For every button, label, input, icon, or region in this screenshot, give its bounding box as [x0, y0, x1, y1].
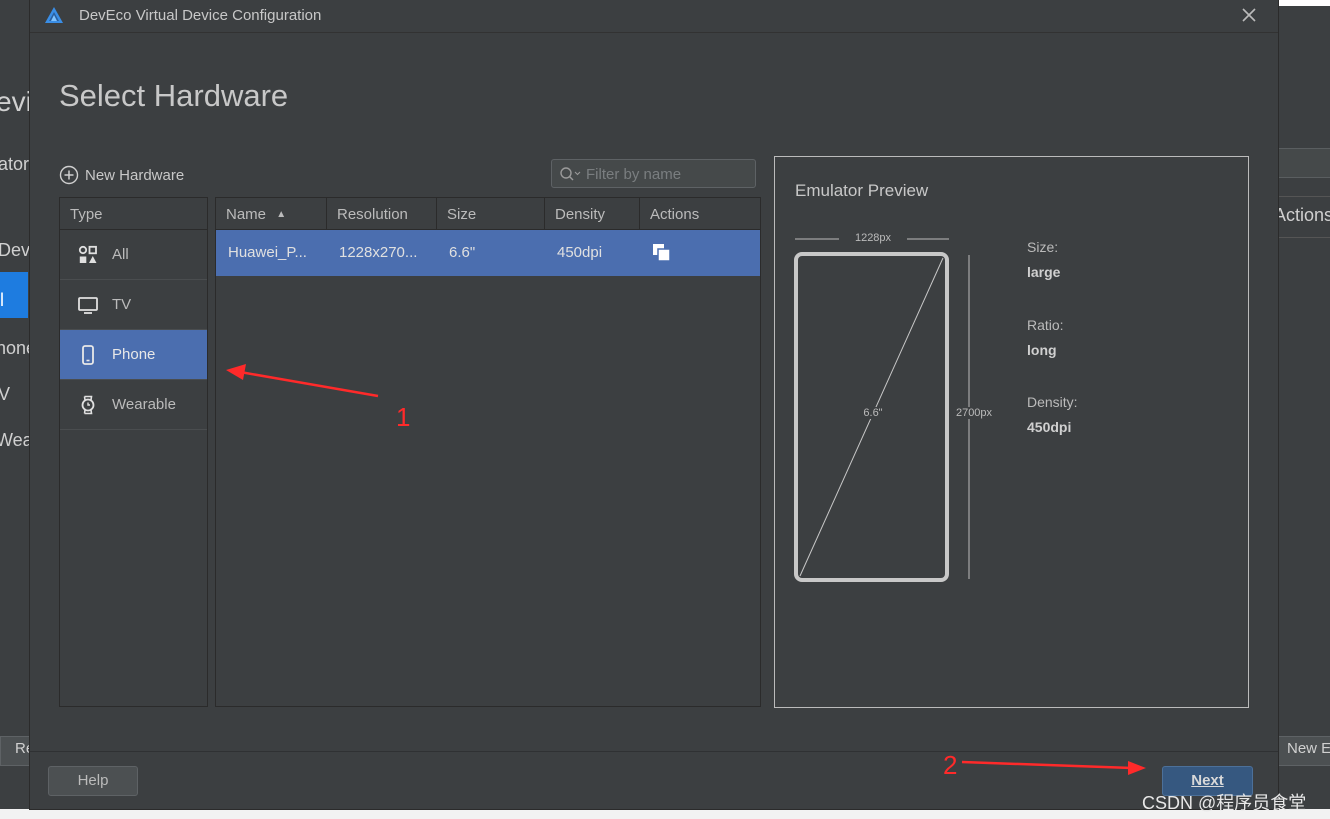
table-row[interactable]: Huawei_P... 1228x270... 6.6" 450dpi	[216, 230, 760, 276]
cell-size: 6.6"	[449, 244, 476, 261]
type-list: Type All TV Phone Wearable	[59, 197, 208, 707]
column-header-size[interactable]: Size	[437, 198, 545, 229]
column-header-label: Actions	[650, 206, 700, 223]
background-text: ator	[0, 154, 30, 174]
type-item-label: Wearable	[112, 396, 176, 413]
annotation-marker-1: 1	[396, 402, 411, 432]
background-right-panel	[1278, 0, 1330, 819]
emulator-preview-panel: Emulator Preview 1228px 6.6" 2700px Size…	[774, 156, 1249, 708]
spec-ratio-label: Ratio:	[1027, 317, 1064, 333]
background-actions-header: Actions	[1274, 205, 1330, 225]
sort-ascending-icon: ▲	[276, 209, 287, 220]
cell-resolution: 1228x270...	[339, 244, 418, 261]
background-right-field	[1278, 148, 1330, 178]
background-button[interactable]: Re	[0, 736, 34, 766]
background-text: Wear	[0, 430, 30, 450]
background-text: l	[0, 290, 4, 310]
background-right-header: Actions	[1274, 196, 1330, 238]
column-header-label: Size	[447, 206, 477, 223]
tv-icon	[78, 295, 98, 315]
watermark: CSDN @程序员食堂	[1142, 793, 1307, 813]
spec-ratio-value: long	[1027, 342, 1057, 358]
type-item-label: Phone	[112, 346, 156, 363]
watch-icon	[78, 395, 98, 415]
spec-density: Density: 450dpi	[1027, 394, 1078, 435]
phone-icon	[78, 344, 98, 365]
page-title: Select Hardware	[59, 78, 289, 113]
background-left-panel: evic ator Devi l hone V Wear	[0, 0, 30, 819]
background-bottom-edge	[0, 809, 1330, 819]
spec-size-value: large	[1027, 264, 1061, 280]
search-icon	[560, 167, 581, 181]
type-item-all[interactable]: All	[60, 230, 207, 280]
background-new-button[interactable]: New E	[1278, 736, 1330, 766]
spec-ratio: Ratio: long	[1027, 317, 1064, 358]
footer-divider	[30, 751, 1278, 752]
background-selected-item	[0, 272, 28, 318]
filter-search-box[interactable]	[551, 159, 756, 188]
table-header: Name ▲ Resolution Size Density Actions	[216, 198, 760, 230]
preview-width-label: 1228px	[839, 232, 907, 244]
new-hardware-button[interactable]: New Hardware	[59, 164, 184, 186]
background-text: Devi	[0, 240, 30, 260]
title-bar: DevEco Virtual Device Configuration	[30, 0, 1278, 33]
annotation-marker-2: 2	[943, 750, 958, 780]
background-button-label: New E	[1287, 740, 1330, 757]
all-categories-icon	[78, 245, 98, 265]
type-column-header: Type	[60, 198, 207, 230]
column-header-density[interactable]: Density	[545, 198, 640, 229]
virtual-device-dialog: DevEco Virtual Device Configuration Sele…	[30, 0, 1278, 809]
cell-name: Huawei_P...	[228, 244, 307, 261]
column-header-name[interactable]: Name ▲	[216, 198, 327, 229]
spec-density-label: Density:	[1027, 394, 1078, 410]
help-button[interactable]: Help	[48, 766, 138, 796]
column-header-label: Name	[226, 206, 267, 223]
spec-size: Size: large	[1027, 239, 1060, 280]
preview-diagonal-label: 6.6"	[849, 407, 897, 419]
filter-input[interactable]	[584, 163, 753, 185]
column-header-label: Resolution	[337, 206, 408, 223]
add-circle-icon	[59, 165, 79, 185]
hardware-table: Name ▲ Resolution Size Density Actions H…	[215, 197, 761, 707]
column-header-resolution[interactable]: Resolution	[327, 198, 437, 229]
column-header-label: Density	[555, 206, 606, 223]
deveco-logo-icon	[45, 7, 63, 23]
background-right-top	[1278, 0, 1330, 6]
background-text: hone	[0, 338, 30, 358]
preview-title: Emulator Preview	[795, 181, 929, 200]
background-text: V	[0, 384, 11, 404]
type-item-tv[interactable]: TV	[60, 280, 207, 330]
new-hardware-label: New Hardware	[85, 166, 185, 184]
column-header-actions[interactable]: Actions	[640, 198, 760, 229]
type-item-wearable[interactable]: Wearable	[60, 380, 207, 430]
cell-density: 450dpi	[557, 244, 603, 261]
type-item-label: TV	[112, 296, 132, 313]
next-button-label: Next	[1191, 772, 1224, 789]
type-item-label: All	[112, 246, 129, 263]
background-text: evic	[0, 86, 30, 117]
preview-height-label: 2700px	[951, 407, 997, 419]
spec-density-value: 450dpi	[1027, 419, 1072, 435]
clone-icon[interactable]	[652, 243, 672, 263]
type-item-phone[interactable]: Phone	[60, 330, 207, 380]
window-title: DevEco Virtual Device Configuration	[79, 7, 322, 24]
close-icon[interactable]	[1240, 6, 1258, 24]
cell-actions	[640, 230, 760, 276]
spec-size-label: Size:	[1027, 239, 1059, 255]
